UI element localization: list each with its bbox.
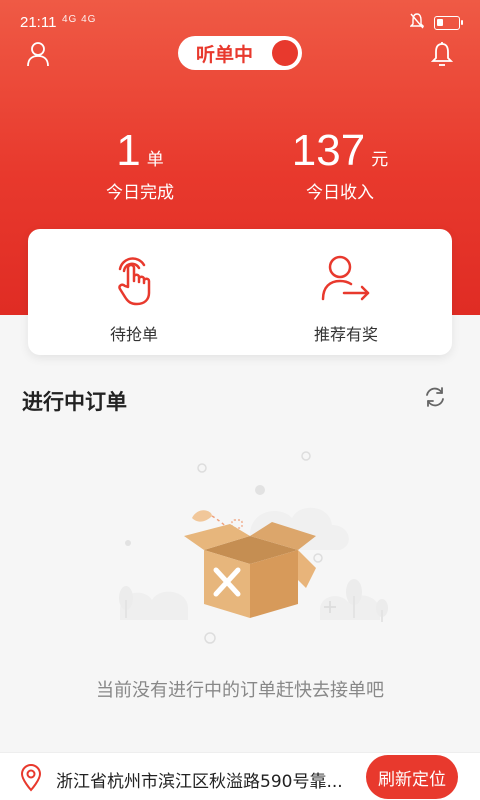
stat-orders: 1单 今日完成	[40, 126, 240, 203]
bottom-location-bar: 浙江省杭州市滨江区秋溢路590号靠... 刷新定位	[0, 752, 480, 800]
network-indicator: 4G 4G	[62, 14, 97, 25]
grab-order-button[interactable]: 待抢单	[54, 251, 214, 345]
user-share-icon	[266, 251, 426, 307]
stat-orders-label: 今日完成	[106, 183, 174, 203]
action-card: 待抢单 推荐有奖	[28, 229, 452, 355]
refresh-icon[interactable]	[420, 382, 450, 412]
status-time: 21:11	[20, 14, 57, 31]
user-icon[interactable]	[20, 36, 56, 72]
tap-hand-icon	[54, 251, 214, 307]
stat-income-unit: 元	[371, 150, 389, 170]
stat-income-value: 137	[291, 126, 366, 175]
stat-income: 137 元 今日收入	[240, 126, 440, 203]
stat-orders-value: 1	[116, 126, 141, 175]
battery-icon	[434, 16, 463, 30]
bell-icon[interactable]	[424, 36, 460, 72]
empty-state-text: 当前没有进行中的订单赶快去接单吧	[96, 680, 384, 701]
empty-box-illustration	[100, 440, 400, 650]
refresh-location-button[interactable]: 刷新定位	[366, 755, 458, 799]
listening-toggle[interactable]: 听单中	[178, 36, 302, 70]
mute-icon	[409, 13, 425, 33]
referral-button[interactable]: 推荐有奖	[266, 251, 426, 345]
toggle-knob	[272, 40, 298, 66]
section-title: 进行中订单	[22, 390, 127, 414]
referral-label: 推荐有奖	[313, 325, 378, 344]
stat-orders-unit: 单	[146, 150, 164, 170]
battery-fill	[437, 19, 443, 26]
grab-order-label: 待抢单	[109, 325, 158, 344]
toggle-label: 听单中	[196, 43, 254, 66]
status-right	[409, 13, 463, 33]
stat-income-label: 今日收入	[306, 183, 374, 203]
current-address: 浙江省杭州市滨江区秋溢路590号靠...	[56, 772, 343, 792]
location-pin-icon	[20, 764, 42, 796]
